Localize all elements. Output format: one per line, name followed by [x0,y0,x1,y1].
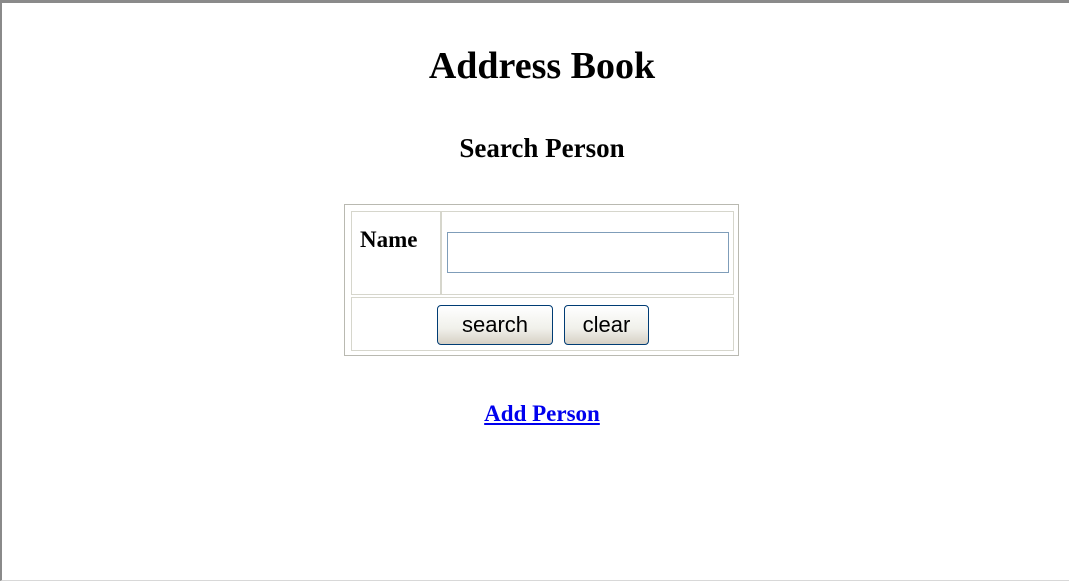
name-input-cell [441,211,734,295]
browser-page-frame: Address Book Search Person Name search c… [0,0,1069,581]
search-form-table: Name search clear [344,204,739,356]
page-title: Address Book [428,45,656,87]
section-title: Search Person [459,133,625,163]
clear-button[interactable]: clear [564,305,649,345]
name-input[interactable] [447,232,729,273]
button-row-cell: search clear [351,297,734,351]
add-person-link-container: Add Person [2,399,1069,429]
name-label-cell: Name [351,211,441,295]
name-label: Name [360,227,418,252]
add-person-link[interactable]: Add Person [484,401,600,426]
search-button[interactable]: search [437,305,553,345]
